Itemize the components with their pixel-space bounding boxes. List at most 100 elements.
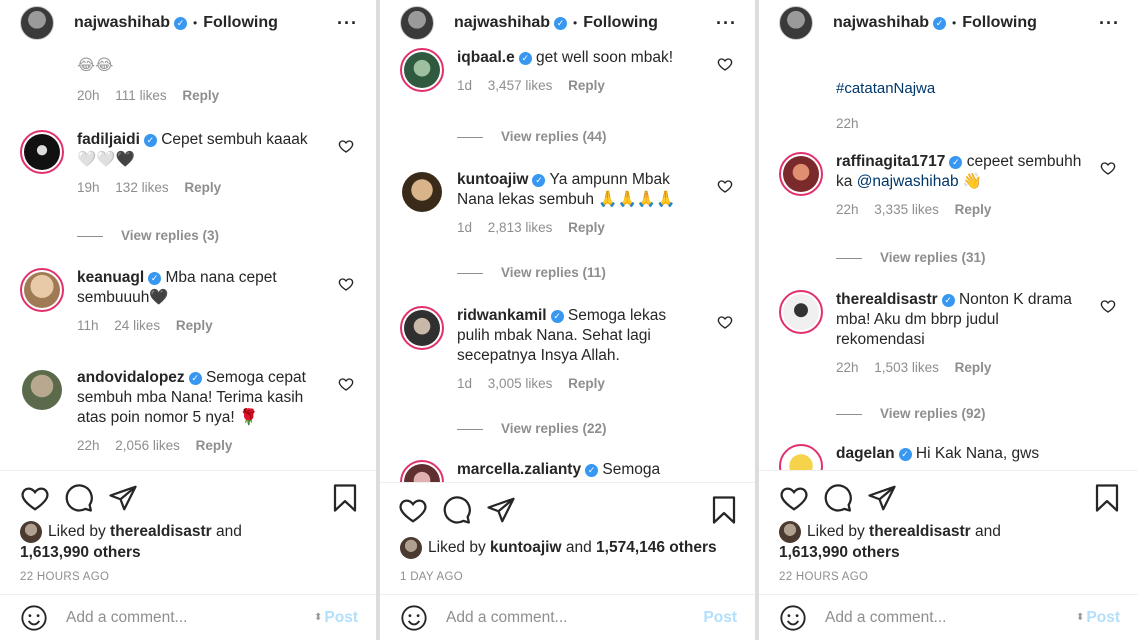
paper-plane-icon[interactable] [108, 483, 138, 513]
comment-username[interactable]: therealdisastr [836, 291, 938, 308]
following-button[interactable]: Following [583, 14, 658, 32]
header-username[interactable]: najwashihab [74, 14, 170, 32]
header-username[interactable]: najwashihab [833, 14, 929, 32]
commenter-avatar[interactable] [400, 306, 444, 350]
comment-likes[interactable]: 3,457 likes [488, 78, 553, 93]
heart-icon[interactable] [338, 276, 354, 292]
bookmark-icon[interactable] [709, 495, 739, 525]
more-options-icon[interactable]: ··· [1099, 13, 1120, 34]
liker-username[interactable]: kuntoajiw [490, 539, 561, 556]
likes-count[interactable]: 1,574,146 others [596, 539, 717, 556]
heart-icon[interactable] [338, 138, 354, 154]
post-timestamp[interactable]: 22 HOURS AGO [779, 571, 868, 583]
heart-icon[interactable] [1100, 298, 1116, 314]
comment-username[interactable]: dagelan [836, 445, 895, 462]
smiley-icon[interactable] [779, 604, 807, 632]
bookmark-icon[interactable] [330, 483, 360, 513]
view-replies-button[interactable]: View replies (11) [457, 265, 606, 280]
commenter-avatar[interactable] [779, 444, 823, 470]
comment-icon[interactable] [64, 483, 94, 513]
likes-count[interactable]: 1,613,990 others [779, 544, 900, 561]
comment-username[interactable]: raffinagita1717 [836, 153, 945, 170]
liker-avatar[interactable] [400, 537, 422, 559]
scroll-arrows-icon[interactable]: ⬍ [314, 612, 322, 623]
liker-avatar[interactable] [20, 521, 42, 543]
post-button[interactable]: Post [1086, 609, 1120, 627]
reply-button[interactable]: Reply [176, 318, 213, 333]
comment-icon[interactable] [823, 483, 853, 513]
comment-likes[interactable]: 2,056 likes [115, 438, 180, 453]
smiley-icon[interactable] [400, 604, 428, 632]
comment-likes[interactable]: 24 likes [114, 318, 160, 333]
liker-username[interactable]: therealdisastr [110, 523, 212, 540]
comment-likes[interactable]: 2,813 likes [488, 220, 553, 235]
post-button[interactable]: Post [703, 609, 737, 627]
reply-button[interactable]: Reply [568, 220, 605, 235]
more-options-icon[interactable]: ··· [337, 13, 358, 34]
reply-button[interactable]: Reply [955, 202, 992, 217]
comments-list[interactable]: 😂😂 20h 111 likes Reply fadiljaidi ✓ Cepet… [0, 46, 376, 470]
comments-list[interactable]: #catatanNajwa 22h raffinagita1717 ✓ cepee… [759, 46, 1138, 470]
heart-icon[interactable] [717, 314, 733, 330]
heart-icon[interactable] [338, 376, 354, 392]
paper-plane-icon[interactable] [867, 483, 897, 513]
view-replies-button[interactable]: View replies (92) [836, 406, 986, 421]
commenter-avatar[interactable] [779, 152, 823, 196]
post-timestamp[interactable]: 1 DAY AGO [400, 571, 463, 583]
commenter-avatar[interactable] [20, 368, 64, 412]
comment-username[interactable]: ridwankamil [457, 307, 547, 324]
comment-likes[interactable]: 3,335 likes [874, 202, 939, 217]
commenter-avatar[interactable] [20, 268, 64, 312]
paper-plane-icon[interactable] [486, 495, 516, 525]
view-replies-button[interactable]: View replies (3) [77, 228, 219, 243]
comment-username[interactable]: marcella.zalianty [457, 461, 581, 478]
view-replies-button[interactable]: View replies (44) [457, 129, 607, 144]
liker-avatar[interactable] [779, 521, 801, 543]
commenter-avatar[interactable] [400, 460, 444, 482]
caption-hashtag[interactable]: #catatanNajwa [836, 80, 935, 97]
header-username[interactable]: najwashihab [454, 14, 550, 32]
bookmark-icon[interactable] [1092, 483, 1122, 513]
commenter-avatar[interactable] [400, 48, 444, 92]
profile-avatar[interactable] [400, 6, 434, 40]
post-button[interactable]: Post [324, 609, 358, 627]
profile-avatar[interactable] [20, 6, 54, 40]
reply-button[interactable]: Reply [182, 88, 219, 103]
commenter-avatar[interactable] [400, 170, 444, 214]
following-button[interactable]: Following [203, 14, 278, 32]
commenter-avatar[interactable] [779, 290, 823, 334]
comment-input[interactable] [446, 608, 704, 627]
comment-username[interactable]: fadiljaidi [77, 131, 140, 148]
comment-likes[interactable]: 1,503 likes [874, 360, 939, 375]
following-button[interactable]: Following [962, 14, 1037, 32]
heart-icon[interactable] [779, 483, 809, 513]
reply-button[interactable]: Reply [955, 360, 992, 375]
comment-likes[interactable]: 111 likes [115, 88, 166, 103]
heart-icon[interactable] [717, 56, 733, 72]
reply-button[interactable]: Reply [184, 180, 221, 195]
view-replies-button[interactable]: View replies (22) [457, 421, 607, 436]
comment-username[interactable]: andovidalopez [77, 369, 185, 386]
reply-button[interactable]: Reply [568, 78, 605, 93]
more-options-icon[interactable]: ··· [716, 13, 737, 34]
comment-likes[interactable]: 132 likes [115, 180, 168, 195]
heart-icon[interactable] [20, 483, 50, 513]
view-replies-button[interactable]: View replies (31) [836, 250, 986, 265]
likes-count[interactable]: 1,613,990 others [20, 544, 141, 561]
heart-icon[interactable] [398, 495, 428, 525]
profile-avatar[interactable] [779, 6, 813, 40]
comment-username[interactable]: kuntoajiw [457, 171, 528, 188]
reply-button[interactable]: Reply [196, 438, 233, 453]
liker-username[interactable]: therealdisastr [869, 523, 971, 540]
heart-icon[interactable] [717, 178, 733, 194]
comment-username[interactable]: iqbaal.e [457, 49, 515, 66]
comment-likes[interactable]: 3,005 likes [488, 376, 553, 391]
commenter-avatar[interactable] [20, 130, 64, 174]
mention-link[interactable]: @najwashihab [857, 173, 959, 190]
scroll-arrows-icon[interactable]: ⬍ [1076, 612, 1084, 623]
comment-username[interactable]: keanuagl [77, 269, 144, 286]
post-timestamp[interactable]: 22 HOURS AGO [20, 571, 109, 583]
comment-input[interactable] [66, 608, 315, 627]
reply-button[interactable]: Reply [568, 376, 605, 391]
heart-icon[interactable] [1100, 160, 1116, 176]
